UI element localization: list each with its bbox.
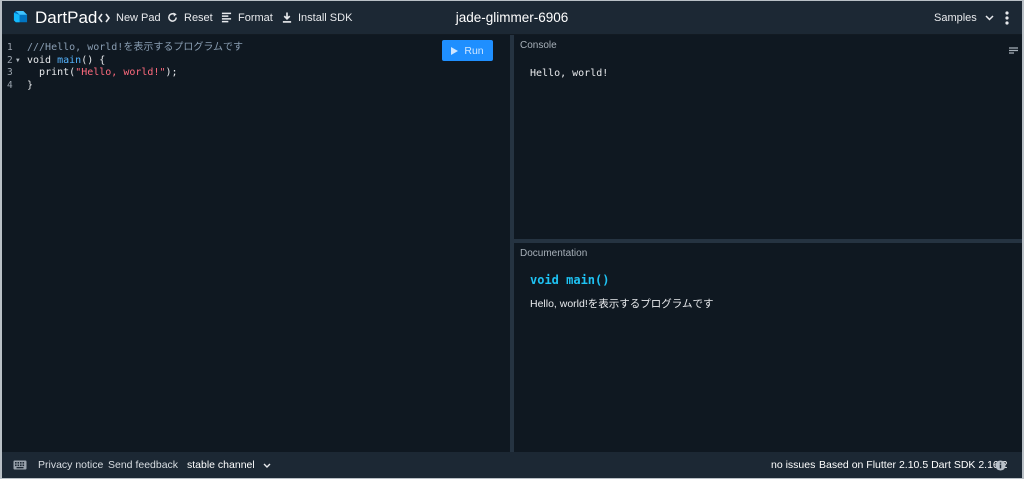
channel-label: stable channel	[187, 459, 255, 471]
console-output: Hello, world!	[530, 68, 609, 79]
info-button[interactable]	[995, 452, 1006, 478]
doc-description: Hello, world!を表示するプログラムです	[530, 298, 714, 310]
doc-signature: void main()	[530, 273, 610, 287]
documentation-title: Documentation	[520, 248, 588, 259]
pad-title[interactable]: jade-glimmer-6906	[2, 1, 1022, 34]
more-vert-icon	[1005, 10, 1009, 25]
documentation-panel: Documentation void main() Hello, world!を…	[514, 243, 1022, 452]
line-gutter: 1 2 ▼ 3 4	[2, 42, 24, 92]
code-line: }	[27, 79, 34, 91]
channel-dropdown[interactable]: stable channel	[187, 452, 271, 478]
fold-arrow-icon[interactable]: ▼	[16, 55, 20, 68]
chevron-down-icon	[263, 463, 271, 468]
send-feedback-link[interactable]: Send feedback	[108, 452, 178, 478]
console-title: Console	[520, 40, 557, 51]
samples-label: Samples	[934, 11, 977, 24]
chevron-down-icon	[985, 14, 994, 21]
play-icon	[451, 46, 459, 55]
top-toolbar: DartPad New Pad Reset Format Install SDK	[2, 1, 1022, 35]
line-number: 1	[7, 42, 13, 53]
privacy-notice-link[interactable]: Privacy notice	[38, 452, 103, 478]
dartpad-window: DartPad New Pad Reset Format Install SDK	[2, 1, 1022, 478]
console-panel: Console Hello, world!	[514, 35, 1022, 239]
code-line: void main() {	[27, 54, 106, 66]
code-lines[interactable]: ///Hello, world!を表示するプログラムです void main()…	[27, 42, 243, 92]
more-menu-button[interactable]	[1005, 1, 1009, 34]
keyboard-shortcuts-button[interactable]	[13, 452, 27, 478]
run-button[interactable]: Run	[442, 40, 493, 61]
run-label: Run	[464, 44, 484, 57]
line-number: 4	[7, 79, 13, 91]
code-editor[interactable]: 1 2 ▼ 3 4 ///Hello, world!を表示するプログラムです vo…	[2, 35, 510, 452]
info-icon	[995, 459, 1006, 471]
code-line: print("Hello, world!");	[39, 67, 178, 78]
keyboard-icon	[13, 460, 27, 470]
samples-dropdown[interactable]: Samples	[934, 1, 994, 34]
line-number: 2 ▼	[7, 54, 20, 68]
issues-status[interactable]: no issues	[771, 452, 815, 478]
code-line: ///Hello, world!を表示するプログラムです	[27, 42, 244, 53]
version-info: Based on Flutter 2.10.5 Dart SDK 2.16.2	[819, 459, 1008, 471]
line-number: 3	[7, 67, 13, 78]
clear-console-icon[interactable]	[1009, 41, 1018, 59]
status-bar: Privacy notice Send feedback stable chan…	[2, 452, 1022, 478]
